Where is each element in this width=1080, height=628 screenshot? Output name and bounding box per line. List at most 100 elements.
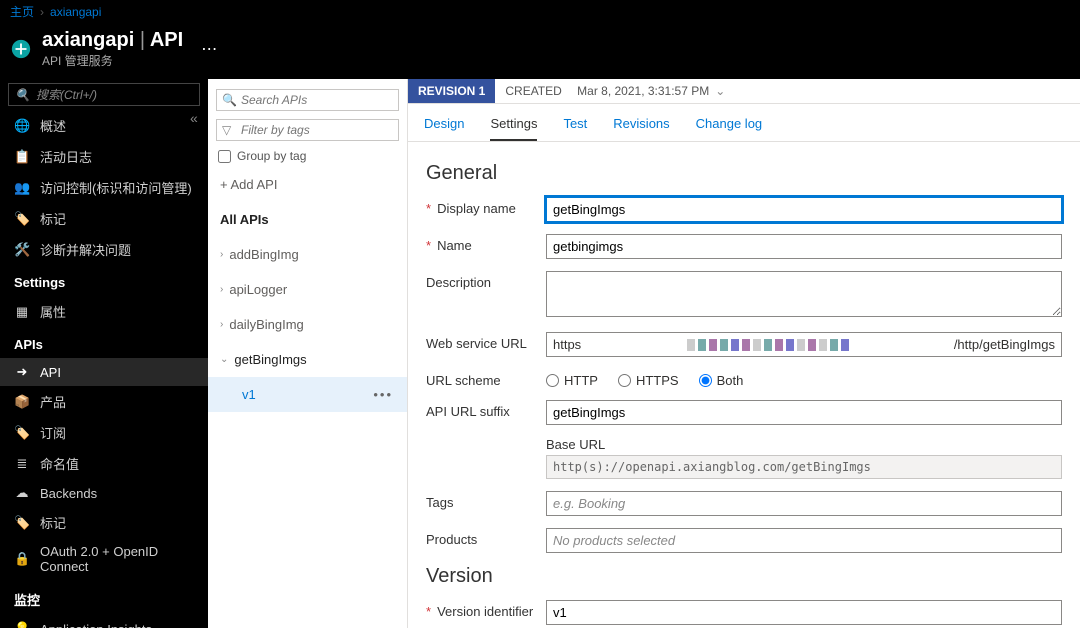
api-url-suffix-input[interactable] — [546, 400, 1062, 425]
sidebar-item-label: 属性 — [40, 302, 66, 321]
api-filter-input[interactable] — [216, 119, 399, 141]
sidebar-item[interactable]: 🏷️标记 — [0, 203, 208, 234]
sidebar-item-label: 活动日志 — [40, 147, 92, 166]
sidebar-section-header: Settings — [0, 265, 208, 296]
tab-revisions[interactable]: Revisions — [613, 112, 669, 141]
menu-icon: 🛠️ — [14, 242, 30, 258]
more-icon[interactable]: ⋯ — [201, 39, 217, 59]
sidebar-item-label: 订阅 — [40, 423, 66, 442]
api-entry[interactable]: › addBingImg — [208, 237, 407, 272]
tab-change-log[interactable]: Change log — [696, 112, 763, 141]
api-name: apiLogger — [229, 282, 287, 297]
menu-icon: ☁ — [14, 485, 30, 501]
resource-type-label: API 管理服务 — [42, 52, 183, 69]
sidebar-section-header: 监控 — [0, 580, 208, 615]
label-tags: Tags — [426, 495, 453, 510]
sidebar-item[interactable]: ☁Backends — [0, 479, 208, 507]
web-service-url-input[interactable]: https /http/getBingImgs — [546, 332, 1062, 357]
tags-input[interactable]: e.g. Booking — [546, 491, 1062, 516]
menu-icon: ➜ — [14, 364, 30, 380]
sidebar-item-label: 命名值 — [40, 454, 79, 473]
sidebar-item-label: 概述 — [40, 116, 66, 135]
label-display-name: Display name — [437, 201, 516, 216]
sidebar-item[interactable]: 🌐概述 — [0, 110, 208, 141]
menu-icon: 📋 — [14, 149, 30, 165]
name-input[interactable] — [546, 234, 1062, 259]
menu-icon: ▦ — [14, 304, 30, 320]
more-icon[interactable]: ••• — [373, 387, 393, 402]
sidebar-section-header: APIs — [0, 327, 208, 358]
label-base-url: Base URL — [546, 437, 1062, 452]
sidebar-item-label: 诊断并解决问题 — [40, 240, 131, 259]
breadcrumb-home[interactable]: 主页 — [10, 3, 34, 20]
breadcrumb-resource[interactable]: axiangapi — [50, 5, 101, 19]
menu-icon: 🏷️ — [14, 425, 30, 441]
tab-test[interactable]: Test — [563, 112, 587, 141]
chevron-right-icon: › — [220, 284, 223, 295]
api-entry[interactable]: › apiLogger — [208, 272, 407, 307]
label-url-scheme: URL scheme — [426, 373, 501, 388]
sidebar-item[interactable]: 🏷️ 订阅 — [0, 417, 208, 448]
api-version-item[interactable]: v1 ••• — [208, 377, 407, 412]
chevron-down-icon: ⌄ — [715, 84, 725, 98]
sidebar-item[interactable]: ▦ 属性 — [0, 296, 208, 327]
api-entry[interactable]: ›dailyBingImg — [208, 307, 407, 342]
chevron-right-icon: › — [220, 249, 223, 260]
sidebar-search[interactable]: 🔍 搜索(Ctrl+/) — [8, 83, 200, 106]
resource-header: axiangapi | API API 管理服务 ⋯ — [0, 23, 1080, 79]
main-pane: REVISION 1 CREATED Mar 8, 2021, 3:31:57 … — [408, 79, 1080, 628]
tabs: Design Settings Test Revisions Change log — [408, 104, 1080, 142]
radio-https[interactable]: HTTPS — [618, 373, 679, 388]
sidebar-item[interactable]: ➜ API — [0, 358, 208, 386]
revision-created[interactable]: CREATED Mar 8, 2021, 3:31:57 PM ⌄ — [495, 79, 735, 103]
section-version: Version — [426, 565, 1062, 588]
description-input[interactable] — [546, 271, 1062, 317]
label-name: Name — [437, 238, 472, 253]
sidebar-item-label: 标记 — [40, 513, 66, 532]
redacted-segment — [687, 339, 849, 351]
page-title: axiangapi | API — [42, 29, 183, 52]
collapse-sidebar-icon[interactable]: « — [190, 110, 198, 126]
tab-settings[interactable]: Settings — [490, 112, 537, 141]
version-identifier-input[interactable] — [546, 600, 1062, 625]
menu-icon: 📦 — [14, 394, 30, 410]
radio-http[interactable]: HTTP — [546, 373, 598, 388]
api-version-label: v1 — [242, 387, 256, 402]
menu-icon: 🔒 — [14, 551, 30, 567]
apim-icon — [10, 38, 32, 60]
all-apis-link[interactable]: All APIs — [208, 202, 407, 237]
sidebar-item-label: API — [40, 365, 61, 380]
display-name-input[interactable] — [546, 197, 1062, 222]
sidebar-item-label: 标记 — [40, 209, 66, 228]
sidebar-item[interactable]: 🛠️ 诊断并解决问题 — [0, 234, 208, 265]
menu-icon: 👥 — [14, 180, 30, 196]
add-api-button[interactable]: + Add API — [208, 167, 407, 202]
products-input[interactable]: No products selected — [546, 528, 1062, 553]
menu-icon: 🏷️ — [14, 515, 30, 531]
sidebar: 🔍 搜索(Ctrl+/) « 🌐概述📋活动日志👥访问控制(标识和访问管理)🏷️标… — [0, 79, 208, 628]
sidebar-item[interactable]: 🔒OAuth 2.0 + OpenID Connect — [0, 538, 208, 580]
breadcrumb: 主页 › axiangapi — [0, 0, 1080, 23]
group-by-tag-checkbox[interactable]: Group by tag — [208, 145, 407, 167]
sidebar-item[interactable]: ≣命名值 — [0, 448, 208, 479]
sidebar-item[interactable]: 🏷️ 标记 — [0, 507, 208, 538]
chevron-down-icon: ⌄ — [220, 354, 228, 365]
sidebar-item[interactable]: 👥访问控制(标识和访问管理) — [0, 172, 208, 203]
sidebar-item[interactable]: 📋 活动日志 — [0, 141, 208, 172]
sidebar-item[interactable]: 💡Application Insights — [0, 615, 208, 628]
radio-both[interactable]: Both — [699, 373, 744, 388]
revision-badge[interactable]: REVISION 1 — [408, 79, 495, 103]
search-icon: 🔍 — [222, 93, 237, 107]
api-search-input[interactable] — [216, 89, 399, 111]
label-description: Description — [426, 275, 491, 290]
api-name: getBingImgs — [234, 352, 306, 367]
label-version-identifier: Version identifier — [437, 604, 533, 619]
sidebar-item[interactable]: 📦产品 — [0, 386, 208, 417]
tab-design[interactable]: Design — [424, 112, 464, 141]
api-name: dailyBingImg — [229, 317, 303, 332]
menu-icon: 💡 — [14, 621, 30, 628]
filter-icon: ▽ — [222, 123, 231, 137]
api-name: addBingImg — [229, 247, 298, 262]
api-entry[interactable]: ⌄ getBingImgs — [208, 342, 407, 377]
api-list-panel: 🔍 ▽ Group by tag + Add API All APIs › add… — [208, 79, 408, 628]
